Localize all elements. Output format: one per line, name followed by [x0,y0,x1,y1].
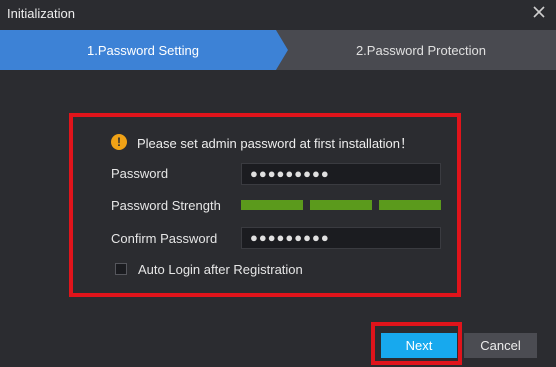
confirm-password-label: Confirm Password [111,231,218,246]
step-indicator: 1.Password Setting 2.Password Protection [0,30,556,70]
auto-login-checkbox[interactable] [115,263,127,275]
strength-bar-weak [241,200,303,210]
title-bar: Initialization [0,0,556,28]
strength-bar-medium [310,200,372,210]
password-strength-label: Password Strength [111,198,221,213]
password-input[interactable]: ●●●●●●●●● [241,163,441,185]
step-password-protection: 2.Password Protection [286,30,556,70]
cancel-button[interactable]: Cancel [464,333,537,358]
warning-icon: ! [111,134,127,150]
step-label-2: 2.Password Protection [355,42,487,58]
notice-text: Please set admin password at first insta… [137,135,414,151]
install-notice: ! Please set admin password at first ins… [111,133,413,151]
window-title: Initialization [7,6,75,21]
step-label-1: 1.Password Setting [86,42,199,58]
auto-login-label[interactable]: Auto Login after Registration [138,262,303,277]
strength-bar-strong [379,200,441,210]
password-label: Password [111,166,169,181]
close-icon[interactable] [530,3,548,21]
confirm-password-input[interactable]: ●●●●●●●●● [241,227,441,249]
next-button[interactable]: Next [381,333,457,358]
password-strength-meter [241,200,441,210]
step-password-setting: 1.Password Setting [0,30,286,70]
